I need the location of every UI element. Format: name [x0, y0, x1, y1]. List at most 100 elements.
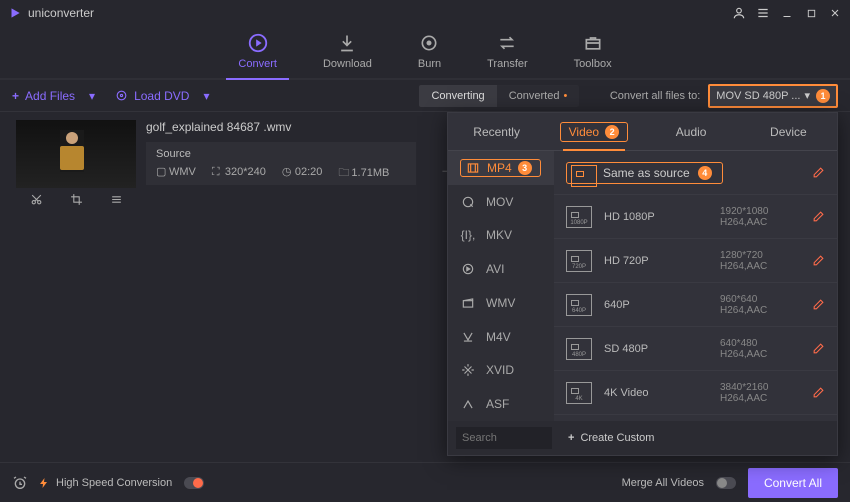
edit-icon[interactable] [812, 298, 825, 311]
trim-icon[interactable] [27, 190, 45, 208]
high-speed-toggle[interactable]: High Speed Conversion [38, 477, 204, 489]
content-area: golf_explained 84687 .wmv Source ▢WMV ⛶3… [0, 112, 850, 462]
format-asf[interactable]: ASF [448, 387, 554, 421]
source-duration: ◷02:20 [282, 165, 323, 178]
tab-label: Burn [418, 58, 441, 70]
burn-icon [418, 32, 440, 54]
resolution-icon: ⛶ [212, 166, 222, 176]
preset-info: 1920*1080H264,AAC [720, 206, 800, 228]
clock-icon: ◷ [282, 165, 292, 175]
preset-sd480p[interactable]: 480P SD 480P 640*480H264,AAC [554, 327, 837, 371]
search-input[interactable] [456, 427, 552, 449]
preset-info: 640*480H264,AAC [720, 338, 800, 360]
edit-icon[interactable] [812, 254, 825, 267]
convert-all-button[interactable]: Convert All [748, 468, 838, 498]
step-badge-2: 2 [605, 125, 619, 139]
step-badge-3: 3 [518, 161, 532, 175]
minimize-icon[interactable] [780, 6, 794, 20]
create-custom-label: Create Custom [580, 432, 654, 444]
preset-name: 640P [604, 299, 708, 311]
tab-burn[interactable]: Burn [418, 32, 441, 78]
tab-label: Video [569, 125, 599, 139]
alarm-icon[interactable] [12, 475, 28, 491]
format-label: AVI [486, 262, 504, 276]
toolbox-icon [582, 32, 604, 54]
segment-converted[interactable]: Converted• [497, 85, 580, 107]
create-custom-button[interactable]: + Create Custom [568, 432, 654, 444]
file-row: golf_explained 84687 .wmv Source ▢WMV ⛶3… [16, 120, 416, 210]
load-dvd-button[interactable]: Load DVD ▾ [115, 89, 209, 103]
toggle-switch[interactable] [716, 477, 736, 489]
preset-info: 960*640H264,AAC [720, 294, 800, 316]
merge-label: Merge All Videos [622, 477, 704, 489]
format-mp4[interactable]: MP4 3 [448, 151, 554, 185]
format-mov[interactable]: MOV [448, 185, 554, 219]
tab-convert[interactable]: Convert [238, 32, 277, 78]
close-icon[interactable] [828, 6, 842, 20]
merge-toggle[interactable]: Merge All Videos [622, 477, 736, 489]
effects-icon[interactable] [107, 190, 125, 208]
tab-audio[interactable]: Audio [643, 113, 740, 150]
preset-search[interactable] [456, 427, 552, 449]
add-files-button[interactable]: + Add Files ▾ [12, 89, 95, 103]
preset-info: 3840*2160H264,AAC [720, 382, 800, 404]
crop-icon[interactable] [67, 190, 85, 208]
edit-icon[interactable] [812, 210, 825, 223]
titlebar: uniconverter [0, 0, 850, 26]
video-thumbnail[interactable] [16, 120, 136, 188]
load-dvd-label: Load DVD [134, 89, 189, 103]
preset-icon: 480P [566, 338, 592, 360]
xvid-icon [460, 362, 476, 378]
user-icon[interactable] [732, 6, 746, 20]
preset-640p[interactable]: 640P 640P 960*640H264,AAC [554, 283, 837, 327]
format-label: MKV [486, 228, 512, 242]
convert-icon [247, 32, 269, 54]
edit-icon[interactable] [812, 386, 825, 399]
format-list[interactable]: MP4 3 MOV {I},MKV AVI WMV M4V XVID ASF [448, 151, 554, 421]
menu-icon[interactable] [756, 6, 770, 20]
preset-name: Same as source [603, 166, 690, 180]
tab-toolbox[interactable]: Toolbox [574, 32, 612, 78]
preset-hd720p[interactable]: 720P HD 720P 1280*720H264,AAC [554, 239, 837, 283]
edit-icon[interactable] [812, 166, 825, 179]
preset-name: SD 480P [604, 343, 708, 355]
preset-4k[interactable]: 4K 4K Video 3840*2160H264,AAC [554, 371, 837, 415]
edit-icon[interactable] [812, 342, 825, 355]
preset-summary: MOV SD 480P ... [716, 90, 800, 102]
play-circle-icon [460, 261, 476, 277]
format-xvid[interactable]: XVID [448, 354, 554, 388]
tab-recently[interactable]: Recently [448, 113, 545, 150]
format-mkv[interactable]: {I},MKV [448, 219, 554, 253]
preset-hd1080p[interactable]: 1080P HD 1080P 1920*1080H264,AAC [554, 195, 837, 239]
tab-video[interactable]: Video 2 [545, 113, 642, 150]
tab-download[interactable]: Download [323, 32, 372, 78]
tab-label: Transfer [487, 58, 528, 70]
preset-same-as-source[interactable]: Same as source 4 [554, 151, 837, 195]
format-avi[interactable]: AVI [448, 252, 554, 286]
source-resolution: ⛶320*240 [212, 166, 266, 178]
preset-name: HD 1080P [604, 211, 708, 223]
chevron-down-icon: ▾ [203, 89, 209, 103]
tab-device[interactable]: Device [740, 113, 837, 150]
segment-label: Converted [509, 90, 560, 102]
toggle-switch[interactable] [184, 477, 204, 489]
chevron-down-icon: ▾ [804, 89, 810, 102]
format-label: MP4 [487, 161, 512, 175]
plus-icon: + [568, 432, 574, 444]
format-label: XVID [486, 363, 514, 377]
tab-transfer[interactable]: Transfer [487, 32, 528, 78]
footer: High Speed Conversion Merge All Videos C… [0, 462, 850, 502]
maximize-icon[interactable] [804, 6, 818, 20]
download-icon [336, 32, 358, 54]
format-wmv[interactable]: WMV [448, 286, 554, 320]
tab-label: Download [323, 58, 372, 70]
segment-converting[interactable]: Converting [419, 85, 496, 107]
preset-list[interactable]: Same as source 4 1080P HD 1080P 1920*108… [554, 151, 837, 421]
format-m4v[interactable]: M4V [448, 320, 554, 354]
panel-footer: + Create Custom [448, 421, 837, 455]
format-label: ASF [486, 397, 509, 411]
format-label: WMV [486, 296, 515, 310]
output-preset-selector[interactable]: MOV SD 480P ... ▾ 1 [708, 84, 838, 108]
step-badge-1: 1 [816, 89, 830, 103]
main-toolbar: Convert Download Burn Transfer Toolbox [0, 26, 850, 80]
